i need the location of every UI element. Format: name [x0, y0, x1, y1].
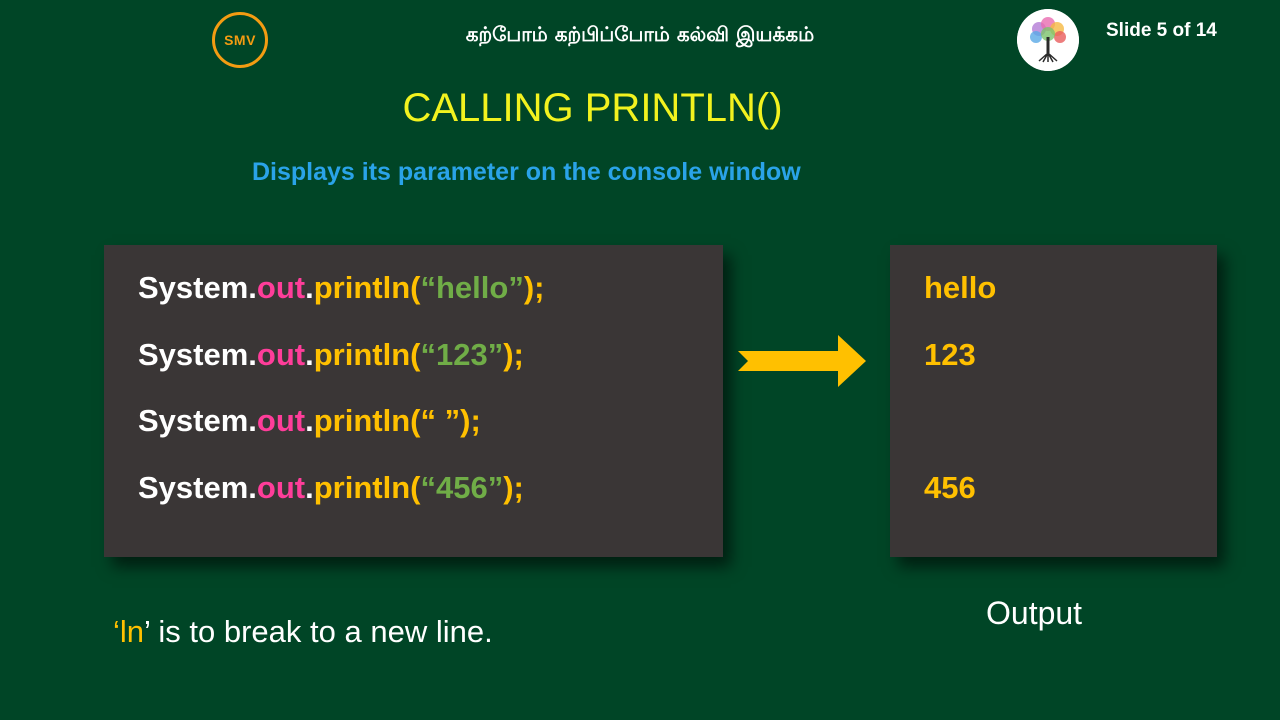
code-object: System	[138, 270, 249, 305]
code-method: println(	[313, 470, 421, 505]
code-argument: “123”	[420, 337, 504, 372]
header-title: கற்போம் கற்பிப்போம் கல்வி இயக்கம்	[465, 22, 815, 46]
tree-logo-icon	[1017, 9, 1079, 71]
note-highlight: ln	[119, 614, 145, 649]
code-field: out	[256, 403, 306, 438]
slide-counter: Slide 5 of 14	[1106, 20, 1217, 41]
code-line: System.out.println(“456”);	[138, 470, 524, 506]
code-field: out	[256, 270, 306, 305]
code-dot: .	[305, 270, 314, 305]
code-dot: .	[248, 270, 257, 305]
note-quote-open: ‘	[113, 614, 120, 649]
output-line: 456	[924, 470, 976, 505]
code-dot: .	[248, 337, 257, 372]
code-dot: .	[305, 470, 314, 505]
code-dot: .	[248, 403, 257, 438]
smv-logo-icon: SMV	[212, 12, 268, 68]
output-panel: hello 123 456	[890, 245, 1217, 557]
code-object: System	[138, 337, 249, 372]
output-line: 123	[924, 337, 976, 372]
code-panel: System.out.println(“hello”); System.out.…	[104, 245, 723, 557]
slide-title: CALLING PRINTLN()	[402, 86, 783, 130]
code-dot: .	[305, 337, 314, 372]
code-line: System.out.println(“123”);	[138, 337, 524, 373]
slide-subtitle: Displays its parameter on the console wi…	[252, 158, 801, 186]
note-text: is to break to a new line.	[149, 614, 493, 649]
code-field: out	[256, 470, 306, 505]
code-end: );	[523, 270, 545, 305]
ln-note: ‘ln’ is to break to a new line.	[113, 614, 493, 650]
code-method: println(	[313, 337, 421, 372]
code-field: out	[256, 337, 306, 372]
code-method: println(	[313, 403, 421, 438]
right-arrow-icon	[738, 335, 866, 387]
code-object: System	[138, 403, 249, 438]
smv-logo-text: SMV	[224, 32, 256, 48]
code-method: println(	[313, 270, 421, 305]
code-end: );	[503, 470, 524, 505]
output-label: Output	[986, 595, 1083, 631]
code-dot: .	[305, 403, 314, 438]
output-line: hello	[924, 270, 997, 305]
code-argument: “ ”	[420, 403, 461, 438]
code-end: );	[460, 403, 481, 438]
code-line: System.out.println(“ ”);	[138, 403, 481, 439]
code-line: System.out.println(“hello”);	[138, 270, 545, 306]
code-dot: .	[248, 470, 257, 505]
code-argument: “456”	[420, 470, 504, 505]
code-end: );	[503, 337, 524, 372]
code-argument: “hello”	[420, 270, 524, 305]
code-object: System	[138, 470, 249, 505]
